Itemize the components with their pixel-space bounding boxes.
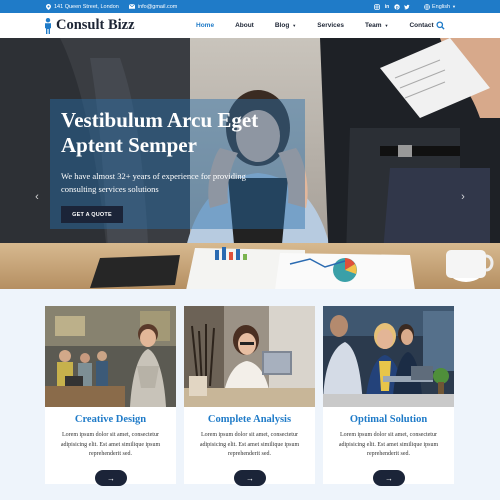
chevron-down-icon: ▼: [384, 23, 389, 28]
email-item[interactable]: info@gmail.com: [128, 4, 178, 10]
instagram-icon[interactable]: [374, 3, 380, 10]
next-slide-icon[interactable]: ›: [458, 191, 468, 203]
card-image: [323, 306, 454, 407]
linkedin-icon[interactable]: in: [384, 4, 390, 10]
contact-info: 141 Queen Street, London info@gmail.com: [46, 0, 177, 13]
nav-item-contact[interactable]: Contact: [409, 22, 433, 29]
hero-subtitle: We have almost 32+ years of experience f…: [61, 171, 246, 194]
nav-label: Home: [196, 22, 215, 29]
topbar-right: in p English ▼: [374, 0, 456, 13]
get-a-quote-button[interactable]: GET A QUOTE: [61, 206, 123, 223]
card-title: Complete Analysis: [207, 414, 292, 425]
search-icon[interactable]: [436, 21, 445, 30]
card-text: Lorem ipsum dolor sit amet, consectetur …: [338, 432, 439, 457]
chevron-down-icon: ▼: [292, 23, 297, 28]
card-image: [45, 306, 176, 407]
pinterest-icon[interactable]: p: [394, 3, 400, 10]
nav-label: Blog: [274, 22, 290, 29]
nav-label: Team: [365, 22, 382, 29]
card-text: Lorem ipsum dolor sit amet, consectetur …: [199, 432, 300, 457]
card-image: [184, 306, 315, 407]
person-logo-icon: [45, 17, 51, 34]
language-label: English: [431, 3, 451, 10]
language-selector[interactable]: English ▼: [424, 4, 456, 10]
address-item: 141 Queen Street, London: [46, 3, 119, 10]
mail-icon: [128, 4, 135, 9]
arrow-right-button[interactable]: →: [234, 470, 266, 486]
arrow-right-button[interactable]: →: [373, 470, 405, 486]
nav-item-home[interactable]: Home: [196, 22, 214, 29]
email-text[interactable]: info@gmail.com: [138, 4, 178, 10]
top-bar: 141 Queen Street, London info@gmail.com …: [0, 0, 500, 13]
social-links: in p: [374, 4, 410, 10]
nav-label: About: [235, 22, 254, 29]
arrow-right-button[interactable]: →: [95, 470, 127, 486]
site-logo[interactable]: Consult Bizz: [44, 16, 135, 35]
address-text: 141 Queen Street, London: [54, 3, 119, 10]
nav-label: Services: [317, 22, 345, 29]
nav-item-about[interactable]: About: [235, 22, 254, 29]
twitter-icon[interactable]: [403, 4, 410, 10]
chevron-down-icon: ▼: [452, 4, 456, 9]
globe-icon: [424, 3, 430, 10]
nav-label: Contact: [409, 22, 434, 29]
nav-item-team[interactable]: Team ▼: [365, 22, 388, 29]
service-card-optimal-solution: Optimal Solution Lorem ipsum dolor sit a…: [323, 306, 454, 486]
logo-text: Consult Bizz: [56, 17, 135, 33]
nav-item-blog[interactable]: Blog ▼: [275, 22, 296, 29]
main-navbar: Consult Bizz Home About Blog ▼ Services T…: [0, 13, 500, 38]
location-icon: [46, 3, 51, 10]
card-title: Optimal Solution: [349, 414, 428, 425]
svg-text:p: p: [396, 4, 399, 9]
hero-title: Vestibulum Arcu Eget Aptent Semper: [61, 108, 259, 157]
nav-menu: Home About Blog ▼ Services Team ▼ Contact: [196, 13, 455, 38]
service-card-complete-analysis: Complete Analysis Lorem ipsum dolor sit …: [184, 306, 315, 486]
service-card-creative-design: Creative Design Lorem ipsum dolor sit am…: [45, 306, 176, 486]
nav-item-services[interactable]: Services: [317, 22, 344, 29]
hero-banner: Vestibulum Arcu Eget Aptent Semper We ha…: [0, 38, 500, 289]
card-title: Creative Design: [74, 414, 147, 425]
card-text: Lorem ipsum dolor sit amet, consectetur …: [60, 432, 161, 457]
prev-slide-icon[interactable]: ‹: [32, 191, 42, 203]
